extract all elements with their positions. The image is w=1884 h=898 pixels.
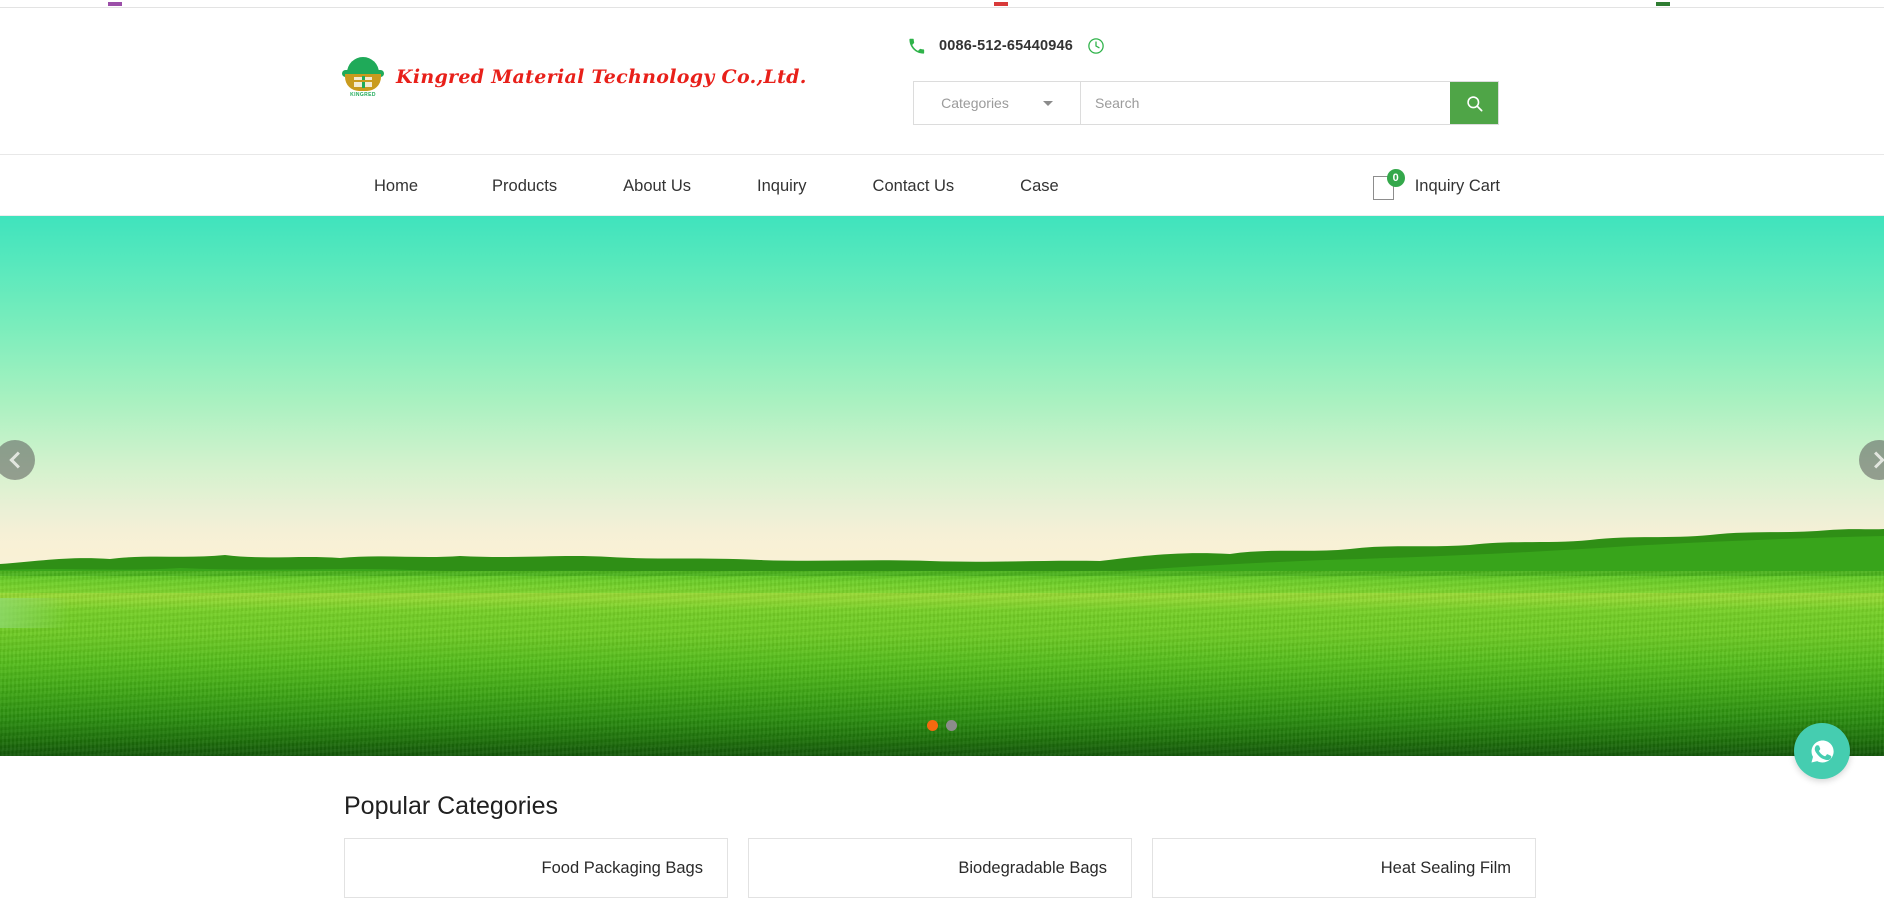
top-fragment [1656,2,1670,6]
top-fragment [994,2,1008,6]
chevron-right-icon [1867,451,1884,469]
nav-item-case[interactable]: Case [987,177,1092,196]
popular-categories-title: Popular Categories [344,792,559,820]
top-fragment [108,2,122,6]
kingred-logo-mark: KINGRED [342,55,384,99]
category-card-food-packaging-bags[interactable]: Food Packaging Bags [344,838,728,898]
phone-number[interactable]: 0086-512-65440946 [939,38,1073,54]
phone-icon [909,38,925,54]
category-card-label: Heat Sealing Film [1380,858,1511,877]
grass-left-patch [0,598,70,628]
category-card-label: Food Packaging Bags [541,858,703,877]
category-card-label: Biodegradable Bags [958,858,1107,877]
inquiry-cart-label: Inquiry Cart [1414,176,1500,195]
header-contact: 0086-512-65440946 [908,37,1105,55]
chevron-left-icon [9,451,27,469]
category-card-biodegradable-bags[interactable]: Biodegradable Bags [748,838,1132,898]
site-logo[interactable]: KINGRED Kingred Material Technology Co.,… [342,55,807,99]
chevron-down-icon [1042,100,1053,106]
inquiry-cart-icon: 0 [1372,169,1405,200]
logo-bar [351,80,375,82]
search-input[interactable] [1081,82,1450,124]
nav-item-home[interactable]: Home [374,177,459,196]
inquiry-cart-button[interactable]: 0 Inquiry Cart [1372,156,1500,216]
nav-item-list: Home Products About Us Inquiry Contact U… [374,156,1092,216]
search-icon [1466,95,1482,111]
whatsapp-float-button[interactable] [1794,723,1850,779]
cart-badge: 0 [1386,169,1405,187]
nav-item-products[interactable]: Products [459,177,590,196]
search-category-label: Categories [941,95,1009,111]
logo-subtext: KINGRED [350,92,376,98]
logo-base [345,74,381,91]
clock-icon [1088,38,1104,54]
main-navigation: Home Products About Us Inquiry Contact U… [0,156,1884,216]
category-card-heat-sealing-film[interactable]: Heat Sealing Film [1152,838,1536,898]
nav-item-contact-us[interactable]: Contact Us [840,177,988,196]
search-bar: Categories [913,81,1499,125]
whatsapp-icon [1810,739,1834,763]
hero-carousel [0,216,1884,756]
cut-off-top-strip [0,0,1884,8]
treeline-shape [0,529,1884,578]
search-category-select[interactable]: Categories [914,82,1081,124]
carousel-dots [0,720,1884,731]
logo-wordmark: Kingred Material Technology Co.,Ltd. [396,66,807,88]
popular-categories-cards: Food Packaging Bags Biodegradable Bags H… [344,838,1536,898]
carousel-dot-1[interactable] [927,720,938,731]
carousel-dot-2[interactable] [946,720,957,731]
site-header: KINGRED Kingred Material Technology Co.,… [0,9,1884,155]
hero-treeline [0,460,1884,580]
nav-item-about-us[interactable]: About Us [590,177,724,196]
search-button[interactable] [1450,82,1498,124]
nav-item-inquiry[interactable]: Inquiry [724,177,840,196]
